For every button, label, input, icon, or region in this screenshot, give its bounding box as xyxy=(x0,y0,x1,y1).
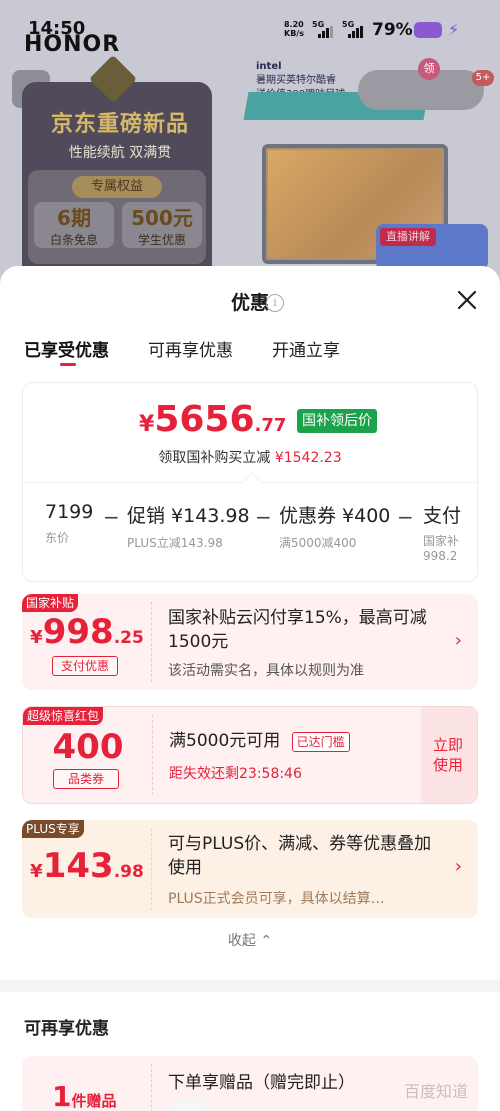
more-section-title: 可再享优惠 xyxy=(24,1019,109,1039)
coupon-desc: 该活动需实名，具体以规则为准 xyxy=(168,663,364,679)
coupon-amount-area: PLUS专享 ¥143.98 xyxy=(22,820,152,918)
section-gap xyxy=(0,980,500,992)
coupon-tag: 国家补贴 xyxy=(22,594,79,612)
coupon-title: 可与PLUS价、满减、券等优惠叠加使用 xyxy=(168,834,432,878)
collapse-button[interactable]: 收起 ⌃ xyxy=(0,930,500,950)
breakdown-item: 7199 东价 xyxy=(45,501,94,545)
discount-sheet: 优惠 i 已享受优惠 可再享优惠 开通立享 ¥5656.77 国补领后价 领取国… xyxy=(0,266,500,1111)
charging-icon: ⚡ xyxy=(448,20,460,39)
minus-sign: − xyxy=(397,505,414,529)
gift-title: 下单享赠品（赠完即止） xyxy=(168,1073,355,1093)
chevron-up-icon: ⌃ xyxy=(260,933,273,949)
close-icon[interactable] xyxy=(455,288,479,312)
claim-badge[interactable]: 领 xyxy=(418,58,440,80)
coupon-amount-area: 国家补贴 ¥998.25 支付优惠 xyxy=(22,594,152,690)
promo-chip-student: 500元 学生优惠 xyxy=(122,202,202,248)
coupon-amount: 400 xyxy=(52,727,124,767)
final-price-area: ¥5656.77 国补领后价 领取国补购买立减 ¥1542.23 xyxy=(23,383,477,483)
coupon-type: 品类券 xyxy=(53,769,119,789)
cart-badge: 5+ xyxy=(472,70,494,86)
coupon-details: 可与PLUS价、满减、券等优惠叠加使用 PLUS正式会员可享，具体以结算… › xyxy=(152,820,478,918)
sheet-header: 优惠 i 已享受优惠 可再享优惠 开通立享 xyxy=(0,266,500,378)
chevron-right-icon[interactable]: › xyxy=(455,630,462,651)
coupon-title: 满5000元可用 已达门槛 xyxy=(169,729,350,753)
coupon-tag: PLUS专享 xyxy=(22,820,84,838)
tab-enjoyed[interactable]: 已享受优惠 xyxy=(24,336,109,361)
watermark: 百度知道 xyxy=(404,1082,469,1101)
coupon-title: 国家补贴云闪付享15%，最高可减1500元 xyxy=(168,608,427,652)
savings-line: 领取国补购买立减 ¥1542.23 xyxy=(158,450,342,466)
battery-percent: 79% xyxy=(372,20,413,40)
battery-icon xyxy=(414,22,442,38)
gift-count: 1件赠品 xyxy=(52,1080,117,1111)
coupon-countdown: 距失效还剩23:58:46 xyxy=(169,766,302,782)
coupon-amount-area: 超级惊喜红包 400 品类券 xyxy=(23,707,153,803)
live-tag: 直播讲解 xyxy=(380,228,436,246)
tab-activate[interactable]: 开通立享 xyxy=(272,336,340,361)
threshold-status-badge: 已达门槛 xyxy=(291,732,350,752)
signal-icon-1 xyxy=(318,26,334,38)
coupon-type: 支付优惠 xyxy=(52,656,118,676)
coupon-national-subsidy[interactable]: 国家补贴 ¥998.25 支付优惠 国家补贴云闪付享15%，最高可减1500元 … xyxy=(22,594,478,690)
tab-more-available[interactable]: 可再享优惠 xyxy=(148,336,233,361)
promo-chip-installment: 6期 白条免息 xyxy=(34,202,114,248)
tab-active-indicator xyxy=(60,363,76,366)
coupon-details: 满5000元可用 已达门槛 距失效还剩23:58:46 xyxy=(153,707,421,803)
coupon-red-packet[interactable]: 超级惊喜红包 400 品类券 满5000元可用 已达门槛 距失效还剩23:58:… xyxy=(22,706,478,804)
signal-icon-2 xyxy=(348,26,364,38)
promo-title: 京东重磅新品 xyxy=(50,112,189,137)
coupon-tag: 超级惊喜红包 xyxy=(23,707,104,725)
network-speed: 8.20 KB/s xyxy=(284,20,304,38)
coupon-amount: ¥143.98 xyxy=(30,846,144,886)
price-breakdown: 7199 东价 − 促销 ¥143.98 PLUS立减143.98 − 优惠券 ¥4… xyxy=(23,501,477,571)
promo-tag: 专属权益 xyxy=(72,176,162,198)
final-price: ¥5656.77 xyxy=(139,399,287,440)
coupon-divider xyxy=(151,1064,152,1111)
promo-subtitle: 性能续航 双满贯 xyxy=(68,145,172,161)
breakdown-item: 支付 国家补 998.2 xyxy=(423,505,462,563)
coupon-amount: ¥998.25 xyxy=(30,612,144,652)
status-bar: 14:50 HONOR 8.20 KB/s 5G 5G 79% ⚡ xyxy=(0,0,500,57)
use-now-button[interactable]: 立即使用 xyxy=(421,707,477,803)
coupon-details: 国家补贴云闪付享15%，最高可减1500元 该活动需实名，具体以规则为准 › xyxy=(152,594,478,690)
use-now-label: 立即使用 xyxy=(433,736,464,774)
breakdown-item: 优惠券 ¥400 满5000减400 xyxy=(279,505,391,550)
honor-brand-text: HONOR xyxy=(24,32,121,57)
sheet-title: 优惠 xyxy=(230,292,269,314)
gift-image xyxy=(170,1100,206,1111)
price-tag: 国补领后价 xyxy=(297,409,377,433)
minus-sign: − xyxy=(255,505,272,529)
minus-sign: − xyxy=(103,505,120,529)
price-summary-card: ¥5656.77 国补领后价 领取国补购买立减 ¥1542.23 7199 东价 … xyxy=(22,382,478,582)
info-icon[interactable]: i xyxy=(266,294,284,312)
coupon-desc: PLUS正式会员可享，具体以结算… xyxy=(168,891,385,907)
coupon-plus[interactable]: PLUS专享 ¥143.98 可与PLUS价、满减、券等优惠叠加使用 PLUS正… xyxy=(22,820,478,918)
chevron-right-icon[interactable]: › xyxy=(455,856,462,877)
sheet-content: ¥5656.77 国补领后价 领取国补购买立减 ¥1542.23 7199 东价 … xyxy=(0,378,500,1111)
breakdown-item: 促销 ¥143.98 PLUS立减143.98 xyxy=(127,505,250,550)
